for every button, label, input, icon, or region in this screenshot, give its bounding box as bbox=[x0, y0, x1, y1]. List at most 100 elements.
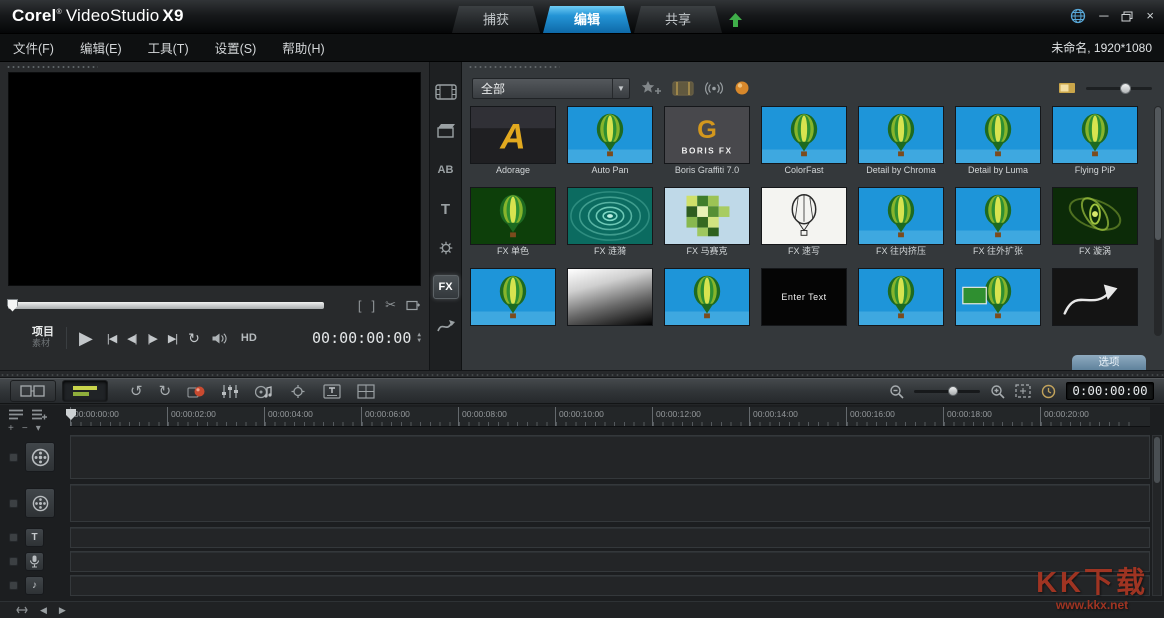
globe-icon[interactable] bbox=[1070, 8, 1086, 24]
gallery-item[interactable]: Detail by Chroma bbox=[858, 106, 944, 177]
transitions-icon[interactable]: AB bbox=[433, 158, 459, 182]
instant-project-icon[interactable] bbox=[433, 119, 459, 143]
gallery-item[interactable]: Auto Pan bbox=[567, 106, 653, 177]
gallery-thumbnail[interactable] bbox=[761, 187, 847, 245]
menu-settings[interactable]: 设置(S) bbox=[202, 38, 270, 57]
thumbnail-size-slider[interactable] bbox=[1086, 87, 1152, 90]
add-favorite-icon[interactable] bbox=[640, 80, 662, 96]
undo-button[interactable]: ↺ bbox=[130, 382, 143, 400]
seek-thumb[interactable] bbox=[7, 299, 18, 312]
scrollbar-thumb[interactable] bbox=[1154, 437, 1160, 483]
mark-out-button[interactable]: ] bbox=[371, 298, 375, 313]
volume-button[interactable] bbox=[211, 332, 228, 345]
add-track-icon[interactable] bbox=[31, 408, 47, 421]
gallery-thumbnail[interactable] bbox=[858, 106, 944, 164]
split-clip-button[interactable]: ✂ bbox=[385, 297, 396, 313]
gallery-thumbnail[interactable] bbox=[858, 187, 944, 245]
gallery-item[interactable]: AAdorage bbox=[470, 106, 556, 177]
voice-track-button[interactable] bbox=[25, 552, 44, 571]
gallery-thumbnail[interactable] bbox=[761, 106, 847, 164]
gallery-item[interactable]: FX 单色 bbox=[470, 187, 556, 258]
vertical-scrollbar[interactable] bbox=[1152, 435, 1162, 596]
gallery-item[interactable]: FX 涟漪 bbox=[567, 187, 653, 258]
track-toggle-icon[interactable] bbox=[9, 453, 18, 462]
spinner-down-icon[interactable]: ▼ bbox=[417, 338, 421, 344]
title-track-lane[interactable] bbox=[70, 527, 1150, 548]
scroll-right-button[interactable]: ▶ bbox=[59, 605, 66, 616]
auto-music-button[interactable] bbox=[255, 384, 273, 399]
gallery-thumbnail[interactable] bbox=[955, 106, 1041, 164]
subtitle-button[interactable] bbox=[323, 384, 341, 399]
gallery-filter-dropdown[interactable]: 全部 ▼ bbox=[472, 78, 630, 99]
overlay-track-lane[interactable] bbox=[70, 484, 1150, 522]
panel-splitter[interactable] bbox=[0, 370, 1164, 378]
menu-help[interactable]: 帮助(H) bbox=[269, 38, 337, 57]
gallery-item[interactable] bbox=[567, 268, 653, 330]
motion-path-icon[interactable] bbox=[433, 314, 459, 338]
update-arrow-icon[interactable] bbox=[728, 12, 743, 28]
titles-icon[interactable]: T bbox=[433, 197, 459, 221]
voice-track-lane[interactable] bbox=[70, 551, 1150, 572]
gallery-thumbnail[interactable]: GBORIS FX bbox=[664, 106, 750, 164]
menu-file[interactable]: 文件(F) bbox=[0, 38, 67, 57]
scroll-left-button[interactable]: ◀ bbox=[40, 605, 47, 616]
graphics-icon[interactable] bbox=[433, 236, 459, 260]
zoom-in-button[interactable] bbox=[990, 384, 1005, 399]
video-filter-toggle-icon[interactable] bbox=[672, 81, 694, 96]
record-capture-button[interactable] bbox=[187, 383, 205, 399]
show-library-panel-icon[interactable] bbox=[1058, 81, 1076, 95]
storyboard-view-button[interactable] bbox=[10, 380, 56, 402]
previous-frame-button[interactable]: ◀| bbox=[127, 332, 136, 345]
gallery-thumbnail[interactable]: Enter Text bbox=[761, 268, 847, 326]
gallery-thumbnail[interactable] bbox=[1052, 187, 1138, 245]
gallery-thumbnail[interactable] bbox=[1052, 106, 1138, 164]
track-toggle-icon[interactable] bbox=[9, 533, 18, 542]
gallery-item[interactable]: Enter Text bbox=[761, 268, 847, 330]
add-track-button[interactable]: + bbox=[8, 424, 14, 434]
next-frame-button[interactable]: |▶ bbox=[148, 332, 157, 345]
gallery-item[interactable] bbox=[858, 268, 944, 330]
gallery-item[interactable] bbox=[955, 268, 1041, 330]
gallery-item[interactable]: FX 往内挤压 bbox=[858, 187, 944, 258]
color-filter-toggle-icon[interactable] bbox=[734, 80, 750, 96]
project-duration-icon[interactable] bbox=[1041, 384, 1056, 399]
sound-mixer-button[interactable] bbox=[221, 384, 239, 399]
gallery-scrollbar[interactable] bbox=[1154, 106, 1162, 336]
track-manager-icon[interactable] bbox=[8, 408, 24, 421]
minimize-button[interactable]: ─ bbox=[1099, 9, 1108, 23]
tab-share[interactable]: 共享 bbox=[634, 6, 722, 33]
menu-tools[interactable]: 工具(T) bbox=[135, 38, 202, 57]
panel-drag-handle[interactable] bbox=[6, 65, 98, 69]
timeline-view-button[interactable] bbox=[62, 380, 108, 402]
tab-capture[interactable]: 捕获 bbox=[452, 6, 540, 33]
repeat-button[interactable]: ↻ bbox=[188, 330, 200, 347]
seek-bar[interactable] bbox=[8, 302, 324, 309]
slider-thumb[interactable] bbox=[948, 386, 958, 396]
mark-in-button[interactable]: [ bbox=[358, 298, 362, 313]
play-button[interactable]: ▶ bbox=[79, 328, 93, 349]
gallery-thumbnail[interactable] bbox=[567, 268, 653, 326]
playback-timecode[interactable]: 00:00:00:00 ▲ ▼ bbox=[312, 329, 421, 347]
gallery-thumbnail[interactable]: A bbox=[470, 106, 556, 164]
video-track-lane[interactable] bbox=[70, 435, 1150, 479]
maximize-button[interactable] bbox=[1121, 11, 1133, 22]
gallery-thumbnail[interactable] bbox=[470, 187, 556, 245]
gallery-thumbnail[interactable] bbox=[470, 268, 556, 326]
redo-button[interactable]: ↻ bbox=[159, 382, 172, 400]
fit-project-button[interactable] bbox=[1015, 384, 1031, 398]
gallery-thumbnail[interactable] bbox=[567, 187, 653, 245]
timeline-ruler[interactable]: 00:00:00:0000:00:02:0000:00:04:0000:00:0… bbox=[70, 407, 1150, 427]
gallery-thumbnail[interactable] bbox=[1052, 268, 1138, 326]
gallery-item[interactable]: FX 往外扩张 bbox=[955, 187, 1041, 258]
gallery-thumbnail[interactable] bbox=[567, 106, 653, 164]
gallery-thumbnail[interactable] bbox=[858, 268, 944, 326]
gallery-thumbnail[interactable] bbox=[955, 187, 1041, 245]
music-track-button[interactable]: ♪ bbox=[25, 576, 44, 595]
home-button[interactable]: |◀ bbox=[107, 332, 116, 345]
remove-track-button[interactable]: − bbox=[22, 424, 28, 434]
filters-icon[interactable]: FX bbox=[433, 275, 459, 299]
title-track-button[interactable]: T bbox=[25, 528, 44, 547]
scroll-mode-icon[interactable] bbox=[16, 605, 28, 615]
close-button[interactable]: × bbox=[1146, 9, 1154, 23]
gallery-thumbnail[interactable] bbox=[664, 268, 750, 326]
